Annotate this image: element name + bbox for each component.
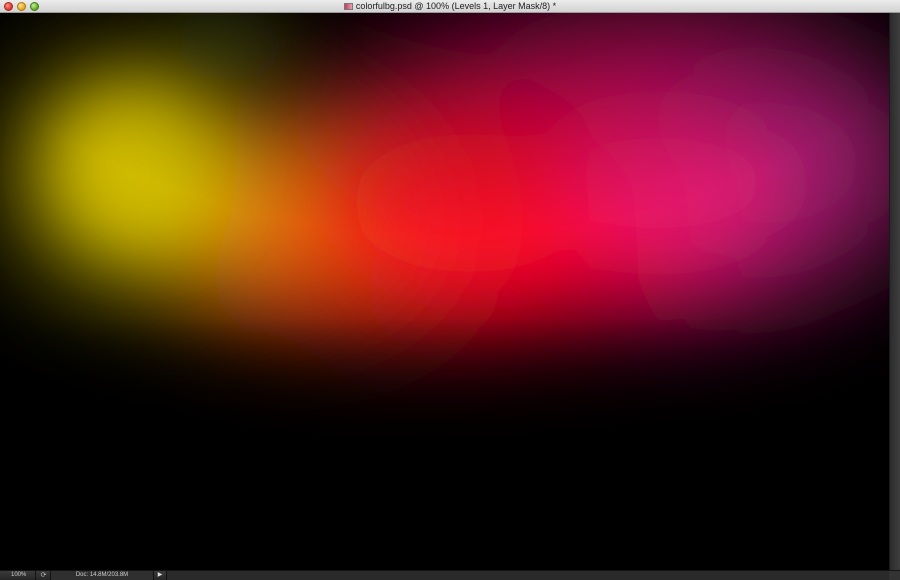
status-bar: 100% ⟳ Doc: 14.8M/203.8M ▶ — [0, 570, 900, 580]
window-titlebar[interactable]: colorfulbg.psd @ 100% (Levels 1, Layer M… — [0, 0, 900, 13]
psd-document-icon — [343, 3, 353, 10]
window-title: colorfulbg.psd @ 100% (Levels 1, Layer M… — [355, 1, 557, 11]
zoom-level-field[interactable]: 100% — [0, 571, 36, 580]
colorful-gradient-image — [0, 13, 889, 570]
play-right-icon[interactable]: ▶ — [156, 571, 164, 580]
document-canvas[interactable] — [0, 13, 889, 570]
doc-size-readout[interactable]: Doc: 14.8M/203.8M — [50, 571, 154, 580]
horizontal-scrollbar[interactable] — [166, 571, 889, 580]
window-title-group: colorfulbg.psd @ 100% (Levels 1, Layer M… — [0, 0, 900, 13]
vertical-scrollbar[interactable] — [889, 13, 900, 570]
rotate-icon[interactable]: ⟳ — [40, 572, 47, 579]
resize-corner[interactable] — [889, 571, 900, 580]
